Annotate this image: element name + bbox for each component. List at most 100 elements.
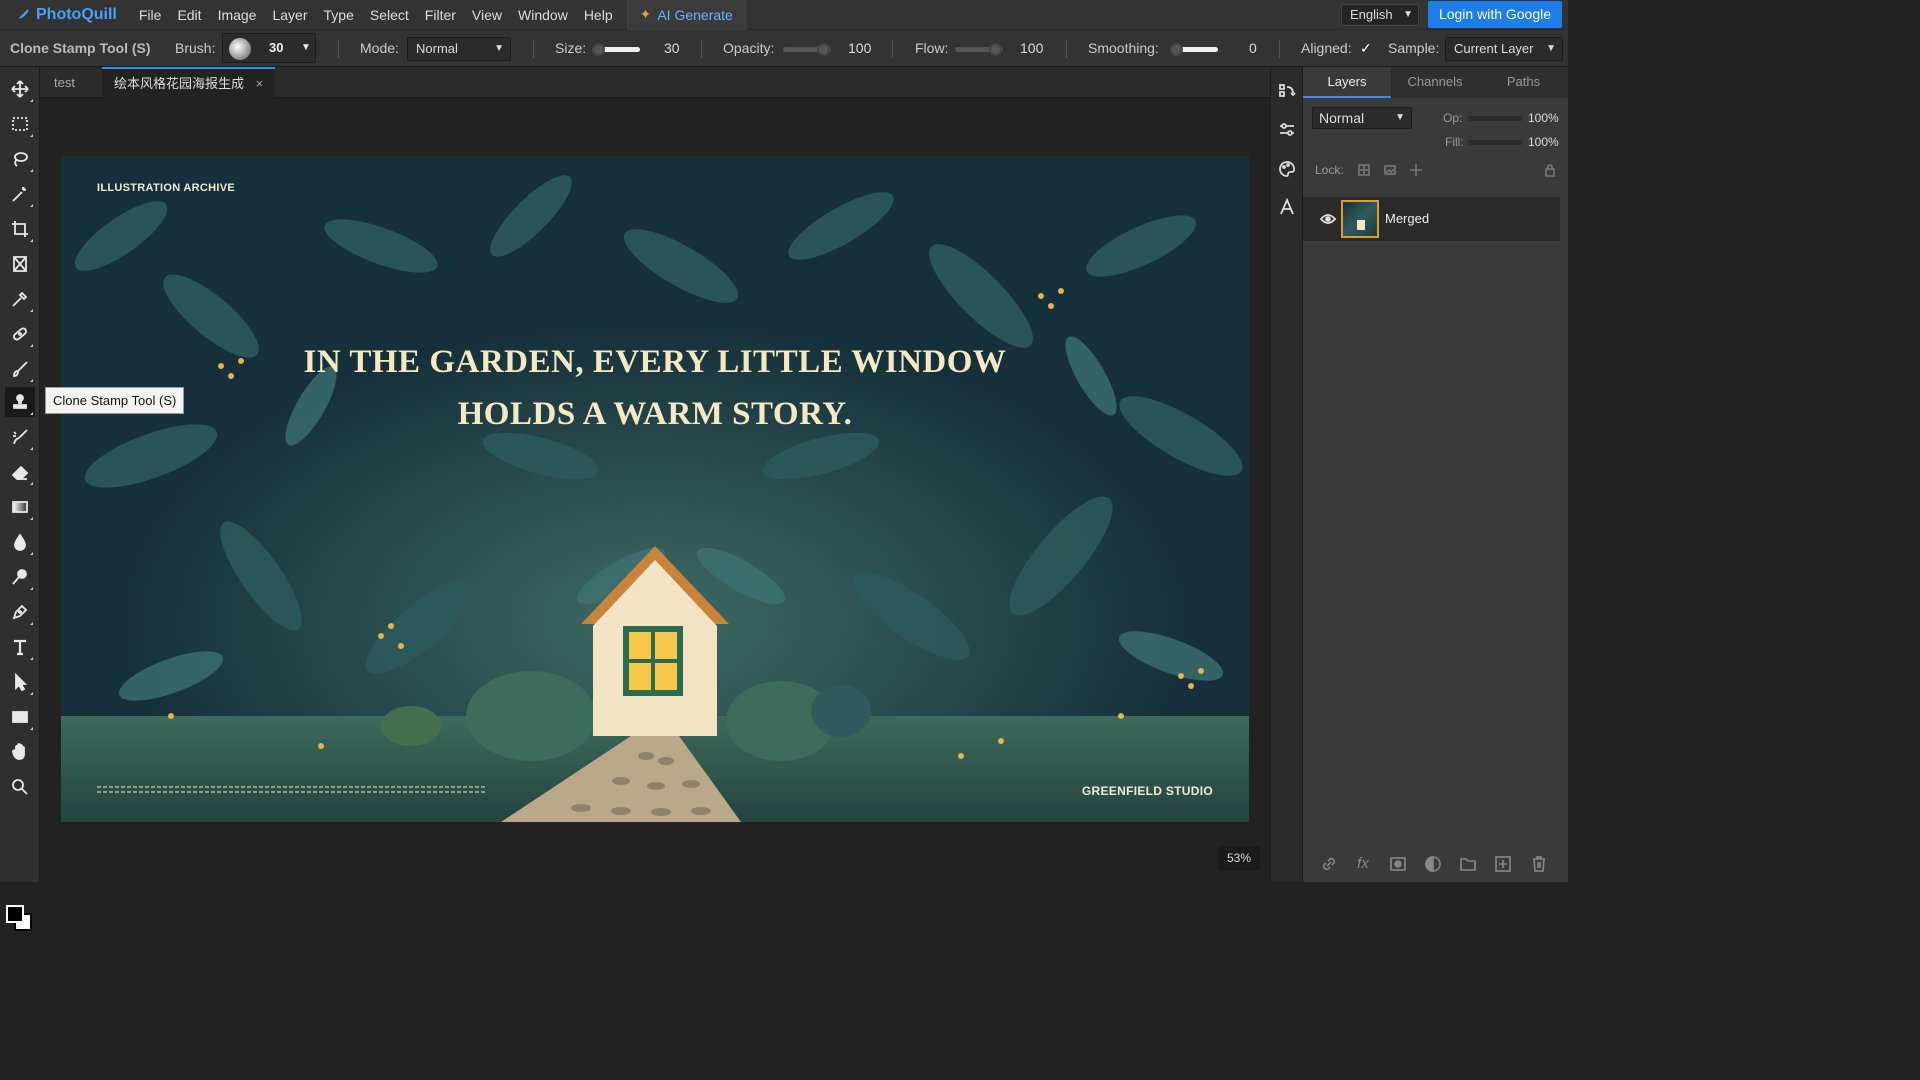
history-brush-tool[interactable]	[5, 422, 35, 452]
smoothing-slider[interactable]	[1170, 43, 1218, 56]
path-selection-tool[interactable]	[5, 667, 35, 697]
tab-channels[interactable]: Channels	[1391, 67, 1479, 98]
lock-transparency-icon[interactable]	[1357, 163, 1371, 177]
new-layer-icon[interactable]	[1494, 855, 1512, 873]
blur-tool[interactable]	[5, 527, 35, 557]
tab-test[interactable]: test	[42, 67, 87, 98]
lock-image-icon[interactable]	[1383, 163, 1397, 177]
gradient-tool[interactable]	[5, 492, 35, 522]
smoothing-value[interactable]: 0	[1249, 30, 1257, 67]
fill-label: Fill:	[1445, 135, 1464, 149]
document-canvas[interactable]: ILLUSTRATION ARCHIVE IN THE GARDEN, EVER…	[61, 156, 1249, 822]
color-panel-button[interactable]	[1278, 160, 1298, 180]
divider	[701, 40, 702, 58]
brush-preview-icon	[229, 38, 251, 60]
visibility-eye-icon[interactable]	[1319, 211, 1337, 227]
type-tool[interactable]	[5, 632, 35, 662]
eraser-tool[interactable]	[5, 457, 35, 487]
sample-select[interactable]: Current Layer ▼	[1445, 37, 1563, 61]
magic-wand-tool[interactable]	[5, 179, 35, 209]
frame-tool[interactable]	[5, 249, 35, 279]
size-slider[interactable]	[592, 43, 640, 56]
trash-icon[interactable]	[1530, 855, 1548, 873]
login-google-button[interactable]: Login with Google	[1428, 1, 1562, 28]
tab-paths[interactable]: Paths	[1479, 67, 1568, 98]
menu-file[interactable]: File	[131, 0, 170, 30]
layer-opacity-value[interactable]: 100%	[1528, 111, 1559, 125]
dodge-tool[interactable]	[5, 562, 35, 592]
opacity-label: Opacity:	[723, 40, 775, 56]
adjustments-panel-button[interactable]	[1278, 121, 1298, 141]
lock-position-icon[interactable]	[1409, 163, 1423, 177]
canvas-workspace[interactable]: ILLUSTRATION ARCHIVE IN THE GARDEN, EVER…	[40, 98, 1270, 882]
size-value[interactable]: 30	[664, 30, 680, 67]
zoom-tool[interactable]	[5, 772, 35, 802]
hand-tool[interactable]	[5, 737, 35, 767]
ai-generate-button[interactable]: ✦ AI Generate	[626, 0, 746, 30]
aligned-checkbox[interactable]: ✓	[1360, 30, 1372, 67]
marquee-tool[interactable]	[5, 109, 35, 139]
layer-fill-slider[interactable]	[1468, 140, 1523, 145]
color-swatches[interactable]	[6, 905, 34, 933]
opacity-slider-handle[interactable]	[817, 43, 830, 56]
rectangle-tool[interactable]	[5, 702, 35, 732]
close-icon[interactable]: ×	[256, 76, 264, 91]
menu-layer[interactable]: Layer	[264, 0, 315, 30]
menu-filter[interactable]: Filter	[417, 0, 464, 30]
menu-help[interactable]: Help	[576, 0, 621, 30]
history-brush-icon	[13, 429, 28, 445]
arrow-icon	[15, 673, 28, 691]
character-panel-button[interactable]	[1278, 197, 1298, 218]
brush-preset-picker[interactable]: 30 ▼	[222, 33, 316, 63]
brush-tool[interactable]	[5, 354, 35, 384]
blend-mode-select[interactable]: Normal ▼	[1312, 107, 1412, 129]
menu-image[interactable]: Image	[210, 0, 265, 30]
history-panel-button[interactable]	[1278, 83, 1298, 103]
tab-layers[interactable]: Layers	[1303, 67, 1391, 98]
healing-brush-tool[interactable]	[5, 319, 35, 349]
menu-select[interactable]: Select	[362, 0, 417, 30]
crop-tool[interactable]	[5, 214, 35, 244]
layer-row-merged[interactable]: Merged	[1303, 197, 1560, 241]
menu-window[interactable]: Window	[510, 0, 576, 30]
link-icon[interactable]	[1320, 855, 1338, 873]
flow-slider[interactable]	[955, 43, 1003, 56]
layer-opacity-slider[interactable]	[1468, 116, 1523, 121]
language-value: English	[1350, 7, 1393, 22]
mode-select[interactable]: Normal ▼	[407, 37, 511, 61]
eyedropper-tool[interactable]	[5, 284, 35, 314]
foreground-color[interactable]	[6, 905, 24, 923]
move-tool[interactable]	[5, 74, 35, 104]
pen-tool[interactable]	[5, 597, 35, 627]
menu-view[interactable]: View	[464, 0, 510, 30]
app-logo[interactable]: PhotoQuill	[0, 0, 131, 30]
lasso-tool[interactable]	[5, 144, 35, 174]
menu-edit[interactable]: Edit	[169, 0, 209, 30]
sliders-icon	[1280, 123, 1294, 136]
brush-icon	[13, 361, 28, 377]
mask-icon[interactable]	[1389, 855, 1407, 873]
fx-icon[interactable]: fx	[1354, 855, 1372, 873]
zoom-level[interactable]: 53%	[1218, 846, 1260, 870]
aligned-label: Aligned:	[1301, 40, 1352, 56]
folder-icon[interactable]	[1459, 855, 1477, 873]
smoothing-label: Smoothing:	[1088, 40, 1159, 56]
pen-icon	[12, 604, 28, 620]
layer-name[interactable]: Merged	[1385, 197, 1429, 241]
layer-fill-value[interactable]: 100%	[1528, 135, 1559, 149]
tab-garden-poster[interactable]: 绘本风格花园海报生成 ×	[102, 67, 276, 98]
menu-type[interactable]: Type	[316, 0, 362, 30]
smoothing-slider-handle[interactable]	[1170, 43, 1183, 56]
size-slider-handle[interactable]	[592, 43, 605, 56]
opacity-slider[interactable]	[783, 43, 831, 56]
size-label: Size:	[555, 40, 587, 56]
lock-all-icon[interactable]	[1543, 163, 1557, 177]
flow-slider-handle[interactable]	[989, 43, 1002, 56]
flow-value[interactable]: 100	[1020, 30, 1043, 67]
adjustment-layer-icon[interactable]	[1424, 855, 1442, 873]
clone-stamp-tool[interactable]	[5, 387, 35, 417]
language-select[interactable]: English ▼	[1341, 4, 1419, 26]
ai-generate-label: AI Generate	[657, 6, 733, 23]
tool-options-bar: Clone Stamp Tool (S) Brush: 30 ▼ Mode: N…	[0, 30, 1568, 67]
opacity-value[interactable]: 100	[848, 30, 871, 67]
